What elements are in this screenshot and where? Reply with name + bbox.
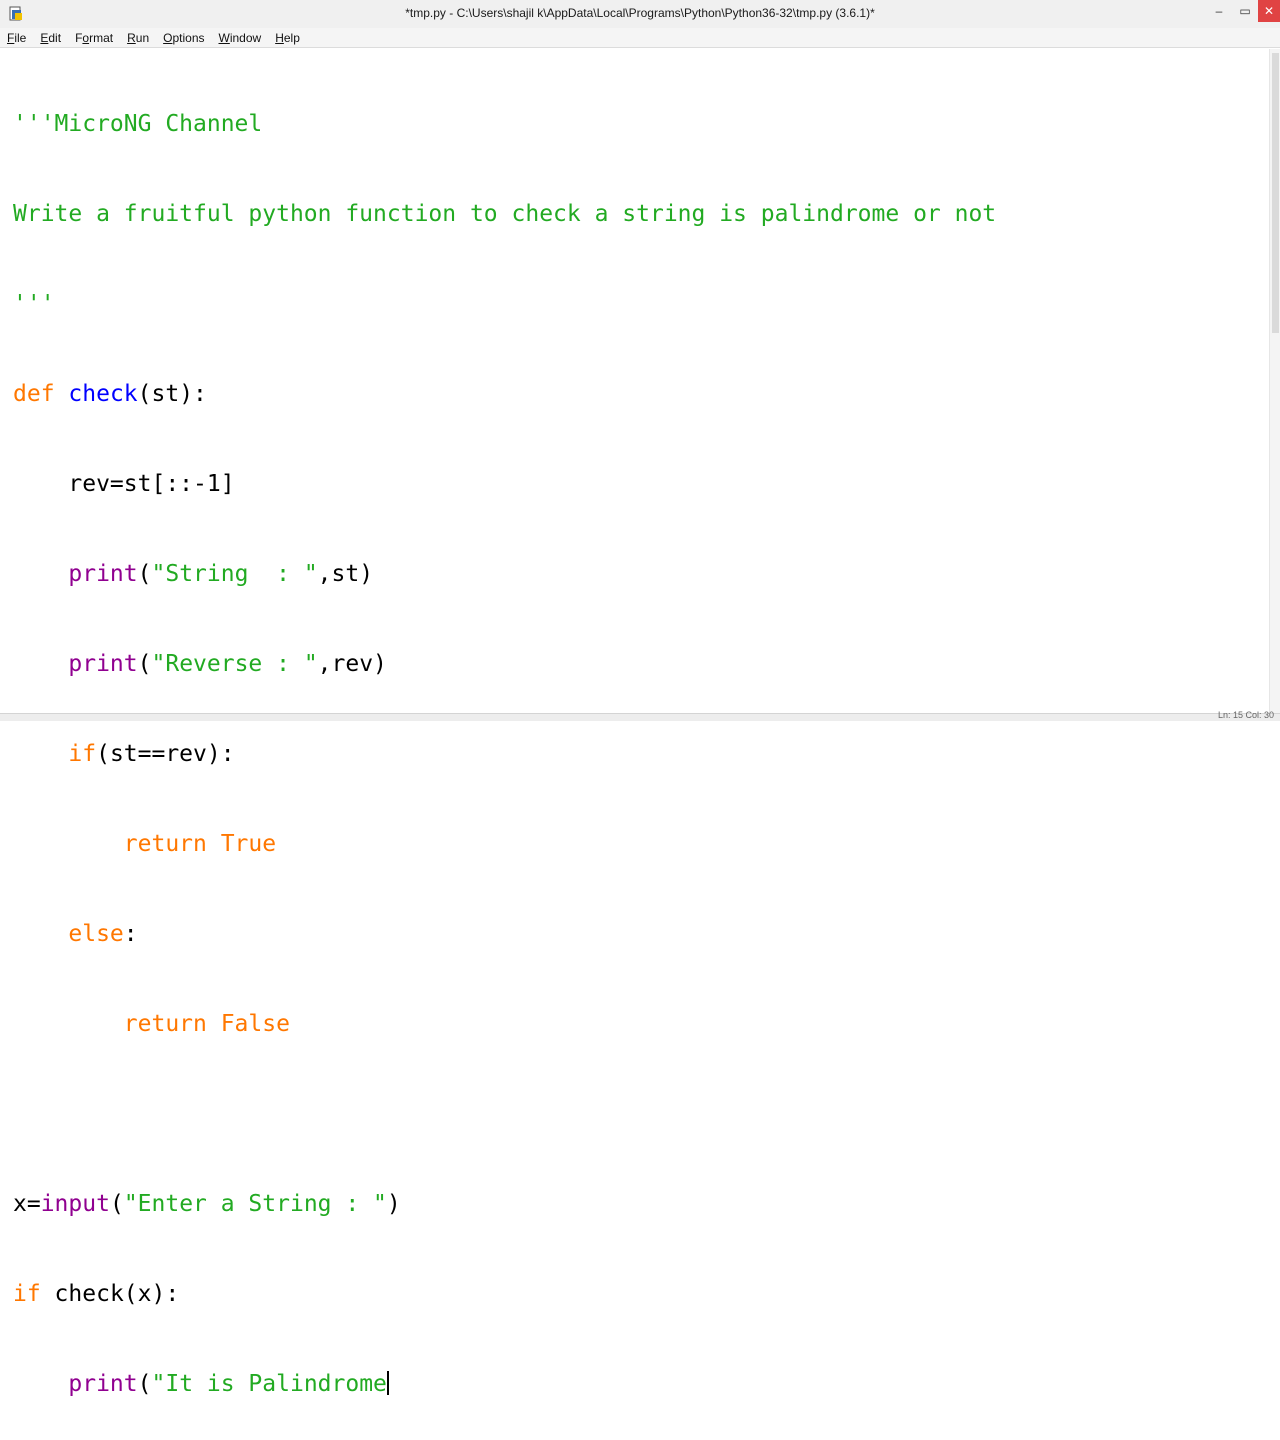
code-text-rev: rev=st[::-1] <box>13 471 235 497</box>
args: ,st) <box>317 561 374 587</box>
code-line-8: if(st==rev): <box>13 739 996 769</box>
title-bar: *tmp.py - C:\Users\shajil k\AppData\Loca… <box>0 0 1280 29</box>
code-line-4: def check(st): <box>13 379 996 409</box>
paren: ( <box>137 561 152 587</box>
docstring-body: Write a fruitful python function to chec… <box>13 201 997 227</box>
code-line-3: ''' <box>13 289 996 319</box>
string-literal: "It is Palindrome <box>151 1371 387 1397</box>
menu-help-label: elp <box>283 30 300 45</box>
menu-window-accel: W <box>218 30 230 45</box>
keyword-def: def <box>13 381 55 407</box>
minimize-button[interactable]: – <box>1206 0 1232 22</box>
builtin-input: input <box>40 1191 110 1217</box>
condition: check(x): <box>40 1281 180 1307</box>
vertical-scrollbar[interactable] <box>1269 49 1280 713</box>
code-line-10: else: <box>13 919 996 949</box>
string-literal: "Enter a String : " <box>123 1191 387 1217</box>
keyword-if: if <box>68 741 97 767</box>
menu-file-label: ile <box>14 30 27 45</box>
menu-run[interactable]: Run <box>127 31 149 45</box>
code-line-15: print("It is Palindrome <box>13 1369 996 1399</box>
menu-run-label: un <box>135 30 150 45</box>
colon: : <box>123 921 138 947</box>
string-literal: "Reverse : " <box>151 651 318 677</box>
args: ,rev) <box>317 651 387 677</box>
code-line-7: print("Reverse : ",rev) <box>13 649 996 679</box>
cursor-position: Ln: 15 Col: 30 <box>1217 710 1274 720</box>
text-cursor <box>386 1371 389 1395</box>
menu-edit[interactable]: Edit <box>40 31 61 45</box>
maximize-button[interactable]: ▭ <box>1232 0 1258 22</box>
paren: ) <box>386 1191 401 1217</box>
assignment: x= <box>13 1191 41 1217</box>
code-text[interactable]: '''MicroNG Channel Write a fruitful pyth… <box>13 49 996 1440</box>
menu-format[interactable]: Format <box>75 31 113 45</box>
menu-run-accel: R <box>127 30 136 45</box>
menu-file[interactable]: File <box>7 31 26 45</box>
code-line-5: rev=st[::-1] <box>13 469 996 499</box>
menu-edit-label: dit <box>48 30 62 45</box>
keyword-if: if <box>13 1281 41 1307</box>
keyword-else: else <box>68 921 124 947</box>
docstring-close: ''' <box>13 291 55 317</box>
close-button[interactable]: ✕ <box>1258 0 1280 22</box>
scrollbar-thumb[interactable] <box>1272 53 1279 333</box>
builtin-print: print <box>68 651 138 677</box>
menu-window-label: indow <box>229 30 262 45</box>
code-line-14: if check(x): <box>13 1279 996 1309</box>
code-line-1: '''MicroNG Channel <box>13 109 996 139</box>
code-line-13: x=input("Enter a String : ") <box>13 1189 996 1219</box>
menu-help[interactable]: Help <box>275 31 300 45</box>
code-editor[interactable]: '''MicroNG Channel Write a fruitful pyth… <box>0 49 1270 1397</box>
code-line-2: Write a fruitful python function to chec… <box>13 199 996 229</box>
menu-help-accel: H <box>275 30 284 45</box>
code-line-11: return False <box>13 1009 996 1039</box>
condition: (st==rev): <box>96 741 235 767</box>
string-literal: "String : " <box>151 561 318 587</box>
menu-options[interactable]: Options <box>163 31 204 45</box>
builtin-print: print <box>68 561 138 587</box>
window-controls: – ▭ ✕ <box>1206 0 1280 24</box>
paren: ( <box>137 1371 152 1397</box>
menu-bar: File Edit Format Run Options Window Help <box>0 28 1280 48</box>
keyword-return-false: return False <box>123 1011 290 1037</box>
code-line-9: return True <box>13 829 996 859</box>
menu-window[interactable]: Window <box>219 31 262 45</box>
paren: ( <box>109 1191 124 1217</box>
docstring-open: '''MicroNG Channel <box>13 111 263 137</box>
paren: ( <box>137 651 152 677</box>
menu-options-label: ptions <box>172 30 205 45</box>
function-name: check <box>68 381 138 407</box>
builtin-print: print <box>68 1371 138 1397</box>
menu-format-post: rmat <box>89 30 114 45</box>
window-title: *tmp.py - C:\Users\shajil k\AppData\Loca… <box>405 6 875 20</box>
code-line-6: print("String : ",st) <box>13 559 996 589</box>
function-params: (st): <box>137 381 207 407</box>
keyword-return-true: return True <box>123 831 277 857</box>
